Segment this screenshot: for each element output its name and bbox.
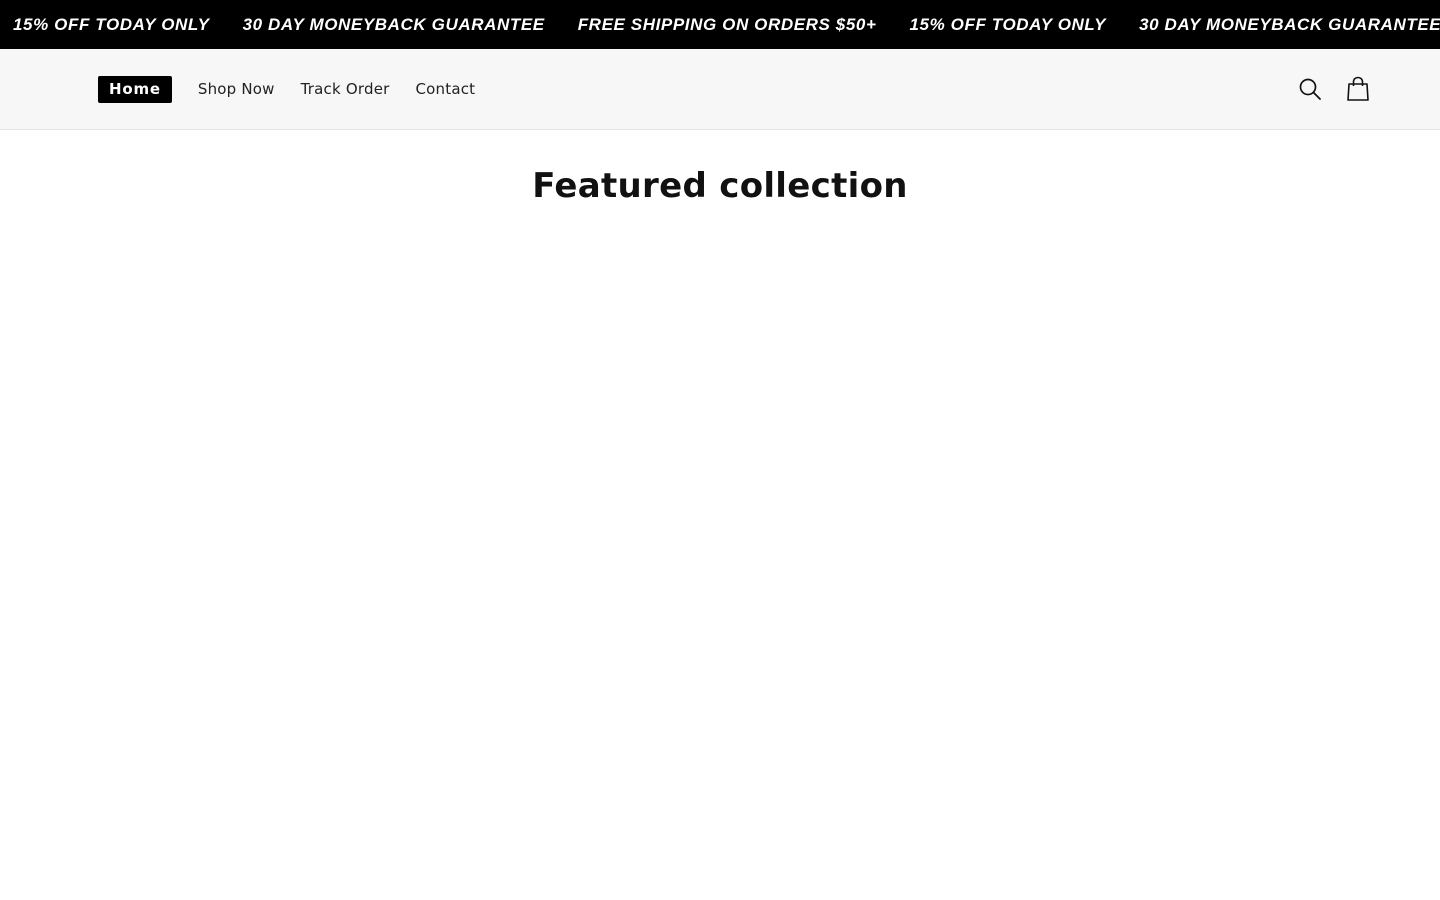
main-nav: Home Shop Now Track Order Contact [98, 49, 501, 129]
announcement-bar: 15% OFF TODAY ONLY 30 DAY MONEYBACK GUAR… [0, 0, 1440, 49]
main-content: Featured collection [0, 130, 1440, 900]
cart-button[interactable] [1336, 67, 1380, 111]
search-icon [1299, 78, 1321, 100]
nav-link-track-order[interactable]: Track Order [301, 80, 390, 98]
nav-link-home[interactable]: Home [98, 75, 172, 103]
announcement-item: 15% OFF TODAY ONLY [13, 14, 210, 34]
nav-link-shop-now[interactable]: Shop Now [198, 80, 275, 98]
announcement-item: 15% OFF TODAY ONLY [909, 14, 1107, 34]
header-icons [1284, 49, 1380, 129]
shopping-bag-icon [1347, 76, 1369, 101]
search-button[interactable] [1288, 67, 1332, 111]
site-header: Home Shop Now Track Order Contact [0, 49, 1440, 130]
announcement-item: FREE SHIPPING ON ORDERS $50+ [577, 14, 877, 34]
announcement-item: 30 DAY MONEYBACK GUARANTEE [1139, 14, 1440, 34]
announcement-track: 15% OFF TODAY ONLY 30 DAY MONEYBACK GUAR… [13, 0, 1440, 49]
announcement-item: 30 DAY MONEYBACK GUARANTEE [242, 14, 545, 34]
nav-link-contact[interactable]: Contact [416, 80, 476, 98]
section-title: Featured collection [532, 166, 908, 206]
